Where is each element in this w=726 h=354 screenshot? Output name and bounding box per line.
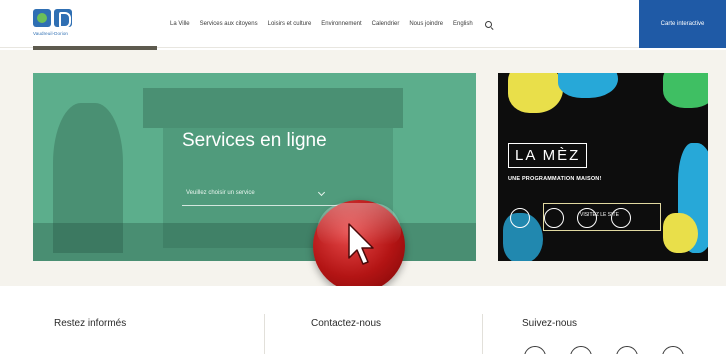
- footer-divider-1: [264, 314, 265, 354]
- la-mez-circle-4: [611, 208, 631, 228]
- logo-mark-left: [33, 9, 51, 27]
- nav-item-services[interactable]: Services aux citoyens: [200, 21, 258, 27]
- nav-item-environnement[interactable]: Environnement: [321, 21, 361, 27]
- footer-divider-2: [482, 314, 483, 354]
- search-icon[interactable]: [484, 20, 492, 28]
- green-paint-blob: [663, 73, 708, 108]
- nav-item-english[interactable]: English: [453, 21, 473, 27]
- facebook-icon[interactable]: [524, 346, 546, 354]
- stay-informed-heading: Restez informés: [54, 318, 127, 329]
- main-nav: La Ville Services aux citoyens Loisirs e…: [170, 0, 492, 48]
- background-ground-shape: [33, 223, 476, 261]
- la-mez-circle-2: [544, 208, 564, 228]
- contact-us-heading: Contactez-nous: [311, 318, 382, 329]
- nav-item-loisirs[interactable]: Loisirs et culture: [268, 21, 312, 27]
- la-mez-tagline: UNE PROGRAMMATION MAISON!: [508, 176, 602, 182]
- service-select-placeholder: Veuillez choisir un service: [186, 190, 255, 196]
- logo-mark-right: [54, 9, 72, 28]
- visit-site-button-label: VISITEZ LE SITE: [580, 212, 619, 218]
- site-logo[interactable]: Vaudreuil-Dorion: [33, 9, 81, 39]
- youtube-icon[interactable]: [662, 346, 684, 354]
- nav-item-nous-joindre[interactable]: Nous joindre: [409, 21, 443, 27]
- blue-paint-blob: [558, 73, 618, 98]
- la-mez-circle-3: [577, 208, 597, 228]
- interactive-map-button[interactable]: Carte interactive: [639, 0, 726, 48]
- follow-us-heading: Suivez-nous: [522, 318, 578, 329]
- la-mez-circle-1: [510, 208, 530, 228]
- cursor-arrow-icon: [348, 223, 374, 265]
- la-mez-logo: LA MÈZ: [508, 143, 588, 168]
- twitter-icon[interactable]: [570, 346, 592, 354]
- yellow-paint-blob: [508, 73, 563, 113]
- logo-text: Vaudreuil-Dorion: [33, 31, 69, 36]
- site-header: Vaudreuil-Dorion La Ville Services aux c…: [0, 0, 726, 48]
- services-panel: [33, 73, 476, 261]
- instagram-icon[interactable]: [616, 346, 638, 354]
- nav-item-la-ville[interactable]: La Ville: [170, 21, 190, 27]
- yellow-lower-blob: [663, 213, 698, 253]
- background-roof-shape: [143, 88, 403, 128]
- services-title: Services en ligne: [182, 130, 327, 151]
- page: Vaudreuil-Dorion La Ville Services aux c…: [0, 0, 726, 354]
- footer-section: Restez informés Contactez-nous Suivez-no…: [0, 286, 726, 354]
- chevron-down-icon[interactable]: [317, 188, 326, 197]
- service-select[interactable]: Veuillez choisir un service: [182, 182, 342, 206]
- nav-item-calendrier[interactable]: Calendrier: [372, 21, 400, 27]
